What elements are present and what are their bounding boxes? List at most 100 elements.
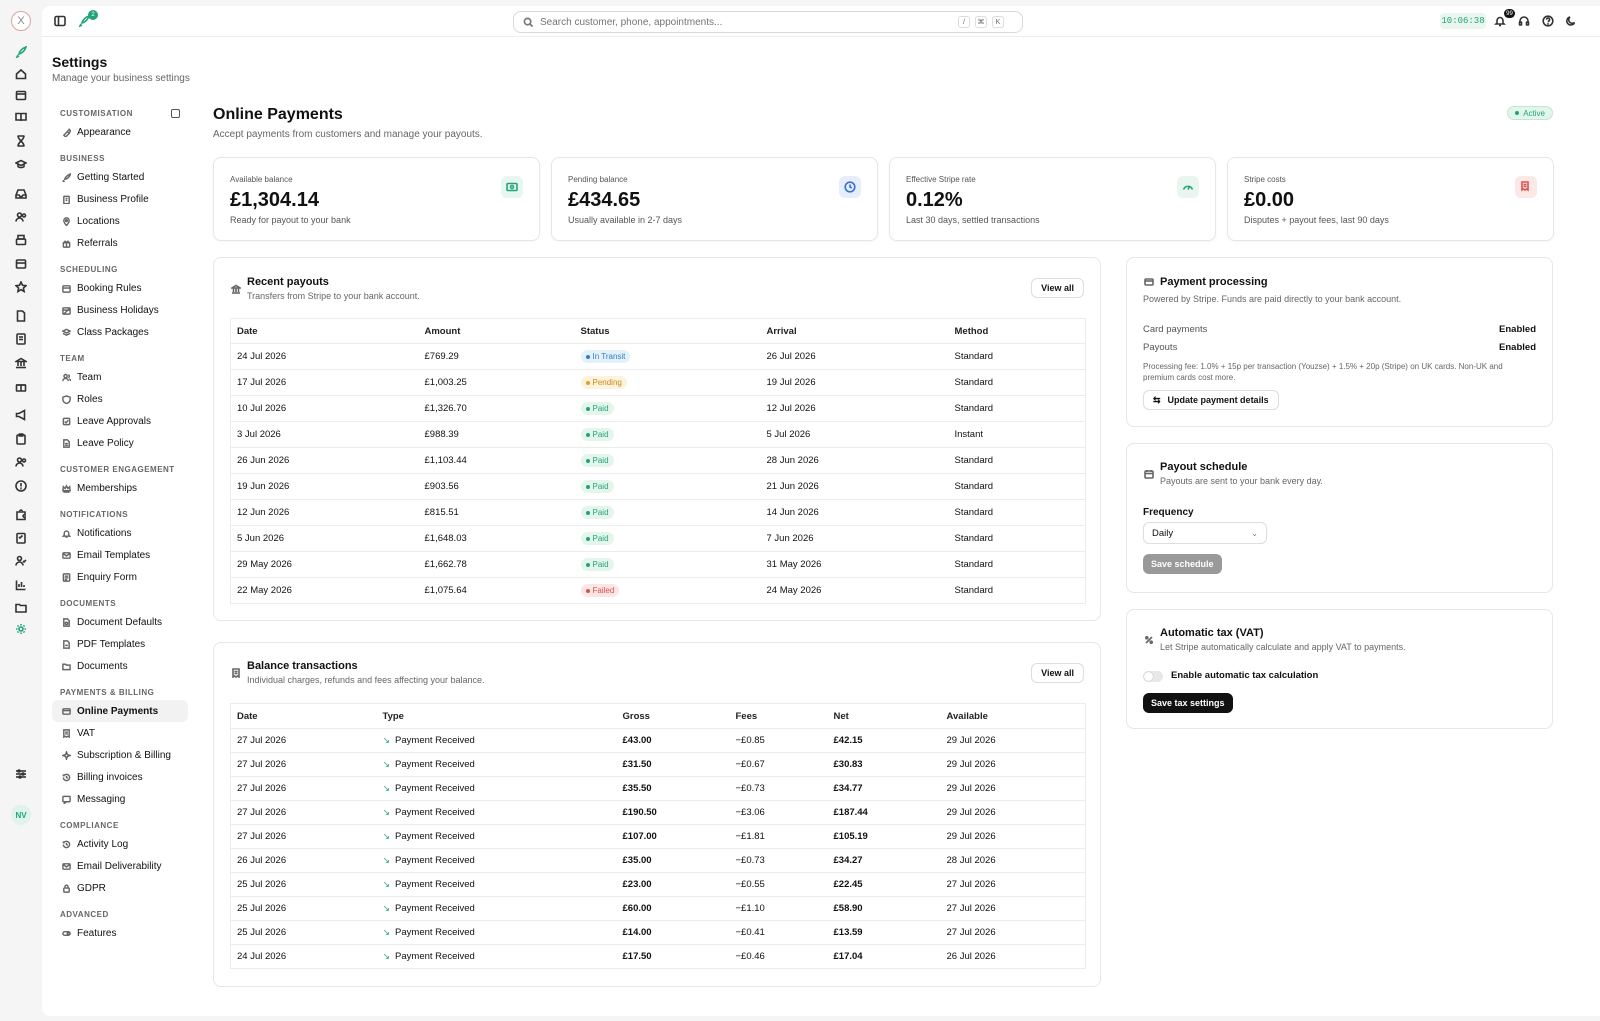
table-row[interactable]: 27 Jul 2026 ↘ Payment Received £43.00 −£0… (230, 728, 1086, 753)
sidebar-item-locations[interactable]: Locations (52, 210, 188, 232)
rail-graduation-icon[interactable] (13, 156, 29, 172)
table-row[interactable]: 25 Jul 2026 ↘ Payment Received £23.00 −£0… (230, 872, 1086, 897)
table-row[interactable]: 27 Jul 2026 ↘ Payment Received £31.50 −£0… (230, 752, 1086, 777)
table-row[interactable]: 27 Jul 2026 ↘ Payment Received £107.00 −£… (230, 824, 1086, 849)
rail-gift-icon[interactable] (13, 378, 29, 394)
column-header-date[interactable]: Date (230, 318, 419, 344)
rail-file-icon[interactable] (13, 308, 29, 324)
sidebar-item-email-deliverability[interactable]: Email Deliverability (52, 855, 188, 877)
column-header-net[interactable]: Net (827, 703, 941, 729)
sidebar-toggle-icon[interactable] (53, 14, 67, 28)
rail-bank-icon[interactable] (13, 355, 29, 371)
sidebar-item-booking-rules[interactable]: Booking Rules (52, 277, 188, 299)
sidebar-item-business-profile[interactable]: Business Profile (52, 188, 188, 210)
rail-alert-icon[interactable] (13, 478, 29, 494)
sidebar-item-activity-log[interactable]: Activity Log (52, 833, 188, 855)
column-header-available[interactable]: Available (940, 703, 1086, 729)
sidebar-item-notifications[interactable]: Notifications (52, 522, 188, 544)
sidebar-item-memberships[interactable]: Memberships (52, 477, 188, 499)
rail-checklist-icon[interactable] (13, 530, 29, 546)
sidebar-item-online-payments[interactable]: Online Payments (52, 700, 188, 722)
collapse-panel-icon[interactable] (171, 109, 180, 118)
sidebar-item-documents[interactable]: Documents (52, 655, 188, 677)
rail-megaphone-icon[interactable] (13, 407, 29, 423)
rail-user-check-icon[interactable] (13, 553, 29, 569)
sidebar-item-pdf-templates[interactable]: PDF Templates (52, 633, 188, 655)
sidebar-item-subscription-and-billing[interactable]: Subscription & Billing (52, 744, 188, 766)
sidebar-item-appearance[interactable]: Appearance (52, 121, 188, 143)
sidebar-item-business-holidays[interactable]: Business Holidays (52, 299, 188, 321)
rail-users-icon[interactable] (13, 209, 29, 225)
table-row[interactable]: 3 Jul 2026 £988.39 Paid 5 Jul 2026 Insta… (230, 421, 1086, 448)
sidebar-item-enquiry-form[interactable]: Enquiry Form (52, 566, 188, 588)
sidebar-item-features[interactable]: Features (52, 922, 188, 944)
column-header-amount[interactable]: Amount (418, 318, 575, 344)
rail-chart-icon[interactable] (13, 577, 29, 593)
headset-icon[interactable] (1517, 14, 1531, 28)
table-row[interactable]: 27 Jul 2026 ↘ Payment Received £35.50 −£0… (230, 776, 1086, 801)
sidebar-item-roles[interactable]: Roles (52, 388, 188, 410)
user-avatar[interactable]: NV (11, 805, 31, 825)
automatic-tax-toggle[interactable] (1143, 671, 1163, 682)
sidebar-item-getting-started[interactable]: Getting Started (52, 166, 188, 188)
table-row[interactable]: 22 May 2026 £1,075.64 Failed 24 May 2026… (231, 578, 1086, 604)
rail-register-icon[interactable] (13, 232, 29, 248)
column-header-gross[interactable]: Gross (616, 703, 730, 729)
rail-star-icon[interactable] (13, 279, 29, 295)
column-header-method[interactable]: Method (948, 318, 1086, 344)
help-icon[interactable] (1541, 14, 1555, 28)
sidebar-item-billing-invoices[interactable]: Billing invoices (52, 766, 188, 788)
moon-icon[interactable] (1564, 14, 1578, 28)
search-input[interactable] (540, 16, 940, 28)
rail-puzzle-icon[interactable] (13, 507, 29, 523)
balance-view-all-button[interactable]: View all (1031, 663, 1084, 683)
rail-invoice-icon[interactable] (13, 331, 29, 347)
table-row[interactable]: 25 Jul 2026 ↘ Payment Received £14.00 −£0… (230, 920, 1086, 945)
column-header-date[interactable]: Date (230, 703, 377, 729)
table-row[interactable]: 25 Jul 2026 ↘ Payment Received £60.00 −£1… (230, 896, 1086, 921)
update-payment-details-button[interactable]: ⇆ Update payment details (1143, 390, 1279, 410)
sidebar-item-document-defaults[interactable]: Document Defaults (52, 611, 188, 633)
rail-team-icon[interactable] (13, 454, 29, 470)
frequency-select[interactable]: Daily ⌄ (1143, 522, 1267, 544)
table-row[interactable]: 24 Jul 2026 £769.29 In Transit 26 Jul 20… (230, 343, 1086, 370)
column-header-status[interactable]: Status (574, 318, 761, 344)
sidebar-item-vat[interactable]: VAT (52, 722, 188, 744)
save-tax-settings-button[interactable]: Save tax settings (1143, 693, 1233, 713)
table-row[interactable]: 24 Jul 2026 ↘ Payment Received £17.50 −£0… (231, 945, 1086, 969)
column-header-fees[interactable]: Fees (729, 703, 828, 729)
sidebar-item-team[interactable]: Team (52, 366, 188, 388)
global-search[interactable]: / ⌘ K (513, 11, 1023, 33)
table-row[interactable]: 27 Jul 2026 ↘ Payment Received £190.50 −£… (230, 800, 1086, 825)
table-row[interactable]: 10 Jul 2026 £1,326.70 Paid 12 Jul 2026 S… (230, 395, 1086, 422)
rail-hourglass-icon[interactable] (13, 133, 29, 149)
rail-calendar-icon[interactable] (13, 87, 29, 103)
sidebar-item-leave-policy[interactable]: Leave Policy (52, 432, 188, 454)
table-row[interactable]: 29 May 2026 £1,662.78 Paid 31 May 2026 S… (230, 551, 1086, 578)
app-logo[interactable]: X (11, 11, 31, 31)
rail-book-icon[interactable] (13, 109, 29, 125)
rail-inbox-icon[interactable] (13, 186, 29, 202)
sidebar-item-gdpr[interactable]: GDPR (52, 877, 188, 899)
sidebar-item-leave-approvals[interactable]: Leave Approvals (52, 410, 188, 432)
table-row[interactable]: 5 Jun 2026 £1,648.03 Paid 7 Jun 2026 Sta… (230, 525, 1086, 552)
table-row[interactable]: 12 Jun 2026 £815.51 Paid 14 Jun 2026 Sta… (230, 499, 1086, 526)
rail-clipboard-icon[interactable] (13, 431, 29, 447)
table-row[interactable]: 17 Jul 2026 £1,003.25 Pending 19 Jul 202… (230, 369, 1086, 396)
rail-home-icon[interactable] (13, 66, 29, 82)
rail-folder-icon[interactable] (13, 600, 29, 616)
table-row[interactable]: 26 Jun 2026 £1,103.44 Paid 28 Jun 2026 S… (230, 447, 1086, 474)
sidebar-item-email-templates[interactable]: Email Templates (52, 544, 188, 566)
table-row[interactable]: 26 Jul 2026 ↘ Payment Received £35.00 −£0… (230, 848, 1086, 873)
column-header-type[interactable]: Type (376, 703, 617, 729)
save-schedule-button[interactable]: Save schedule (1143, 554, 1222, 574)
table-row[interactable]: 19 Jun 2026 £903.56 Paid 21 Jun 2026 Sta… (230, 473, 1086, 500)
column-header-arrival[interactable]: Arrival (760, 318, 949, 344)
rail-gear-icon[interactable] (13, 621, 29, 637)
rail-sliders-icon[interactable] (13, 766, 29, 782)
rail-card-icon[interactable] (13, 256, 29, 272)
sidebar-item-referrals[interactable]: Referrals (52, 232, 188, 254)
sidebar-item-class-packages[interactable]: Class Packages (52, 321, 188, 343)
rail-rocket-icon[interactable] (13, 44, 29, 60)
payouts-view-all-button[interactable]: View all (1031, 278, 1084, 298)
